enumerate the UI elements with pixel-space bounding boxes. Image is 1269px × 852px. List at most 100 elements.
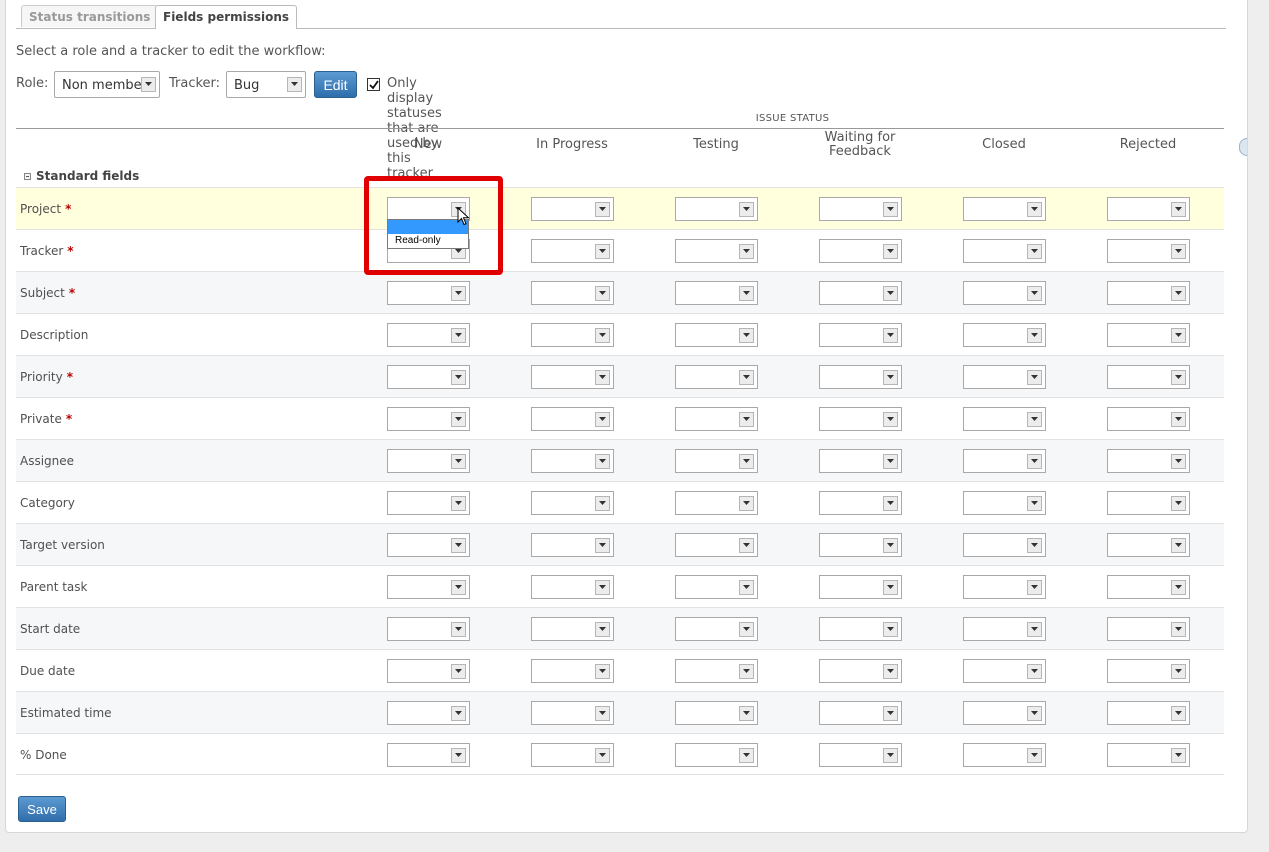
permission-select[interactable]	[1107, 575, 1190, 599]
permission-select[interactable]	[531, 449, 614, 473]
permission-select[interactable]	[387, 281, 470, 305]
permission-select[interactable]	[819, 449, 902, 473]
permission-select[interactable]	[963, 617, 1046, 641]
permission-select[interactable]	[1107, 365, 1190, 389]
permission-select[interactable]	[675, 533, 758, 557]
permission-select[interactable]	[387, 617, 470, 641]
permission-select[interactable]	[387, 491, 470, 515]
permission-select[interactable]	[675, 323, 758, 347]
permission-select[interactable]	[1107, 491, 1190, 515]
permission-select[interactable]	[963, 743, 1046, 767]
permission-select[interactable]	[675, 281, 758, 305]
permission-select[interactable]	[675, 407, 758, 431]
permission-select[interactable]	[675, 617, 758, 641]
tracker-select-value: Bug	[234, 78, 260, 93]
permission-select[interactable]	[675, 659, 758, 683]
save-button[interactable]: Save	[18, 796, 66, 822]
permission-select[interactable]	[819, 575, 902, 599]
only-used-checkbox[interactable]	[367, 78, 380, 91]
permission-select[interactable]	[819, 659, 902, 683]
permission-select[interactable]	[531, 281, 614, 305]
tab-fields-permissions[interactable]: Fields permissions	[155, 5, 298, 29]
permission-select[interactable]	[387, 743, 470, 767]
permission-select[interactable]	[963, 575, 1046, 599]
permission-select[interactable]	[531, 617, 614, 641]
permission-select[interactable]	[675, 575, 758, 599]
permission-select[interactable]	[387, 407, 470, 431]
permission-select[interactable]	[675, 449, 758, 473]
permission-select[interactable]	[819, 197, 902, 221]
permission-select[interactable]	[387, 323, 470, 347]
permission-select[interactable]	[387, 659, 470, 683]
permission-select[interactable]	[531, 533, 614, 557]
permission-select[interactable]	[675, 197, 758, 221]
permission-select[interactable]	[819, 407, 902, 431]
permission-select[interactable]	[819, 743, 902, 767]
chevron-down-icon	[1171, 328, 1186, 343]
permission-select[interactable]	[1107, 449, 1190, 473]
role-select[interactable]: Non member	[54, 71, 160, 98]
permission-select[interactable]	[1107, 323, 1190, 347]
field-label-text: Due date	[20, 664, 76, 678]
permission-select[interactable]	[387, 533, 470, 557]
permission-select[interactable]	[1107, 659, 1190, 683]
permission-select[interactable]	[531, 365, 614, 389]
permission-select[interactable]	[819, 239, 902, 263]
permission-select[interactable]	[963, 281, 1046, 305]
tracker-label: Tracker:	[169, 76, 221, 91]
permission-select[interactable]	[387, 365, 470, 389]
permission-select[interactable]	[819, 365, 902, 389]
permission-select[interactable]	[675, 365, 758, 389]
permission-select[interactable]	[531, 743, 614, 767]
permission-select[interactable]	[675, 239, 758, 263]
permission-select[interactable]	[531, 323, 614, 347]
tab-status-transitions[interactable]: Status transitions	[21, 5, 159, 27]
permission-select[interactable]	[819, 533, 902, 557]
permission-select[interactable]	[963, 701, 1046, 725]
tracker-select[interactable]: Bug	[226, 71, 306, 98]
permission-select[interactable]	[963, 659, 1046, 683]
permission-select[interactable]	[819, 281, 902, 305]
permission-select[interactable]	[387, 575, 470, 599]
permission-select[interactable]	[819, 323, 902, 347]
permission-select[interactable]	[819, 617, 902, 641]
permission-select[interactable]	[1107, 197, 1190, 221]
permission-select[interactable]	[531, 659, 614, 683]
permission-select[interactable]	[1107, 617, 1190, 641]
permission-select[interactable]	[675, 701, 758, 725]
permission-select[interactable]	[531, 239, 614, 263]
permission-select[interactable]	[1107, 281, 1190, 305]
permission-select[interactable]	[963, 365, 1046, 389]
permission-select[interactable]	[675, 743, 758, 767]
side-panel-handle[interactable]	[1239, 138, 1247, 156]
permission-select[interactable]	[963, 197, 1046, 221]
permission-select[interactable]	[531, 491, 614, 515]
permission-select[interactable]	[531, 575, 614, 599]
permission-select[interactable]	[1107, 701, 1190, 725]
dropdown-option-read-only[interactable]: Read-only	[395, 235, 441, 246]
permission-select[interactable]	[963, 407, 1046, 431]
permission-select[interactable]	[1107, 743, 1190, 767]
field-row-assignee: Assignee	[16, 439, 1224, 481]
permission-select[interactable]	[819, 701, 902, 725]
permission-select[interactable]	[1107, 239, 1190, 263]
permission-select[interactable]	[1107, 533, 1190, 557]
permission-select[interactable]	[531, 407, 614, 431]
permission-select[interactable]	[387, 701, 470, 725]
dropdown-option-blank[interactable]	[388, 220, 468, 234]
permission-select[interactable]	[963, 239, 1046, 263]
permission-select[interactable]	[531, 701, 614, 725]
permission-select[interactable]	[963, 449, 1046, 473]
field-row-parent-task: Parent task	[16, 565, 1224, 607]
permission-select[interactable]	[1107, 407, 1190, 431]
permission-select[interactable]	[387, 449, 470, 473]
permission-select[interactable]	[963, 323, 1046, 347]
permission-select[interactable]	[963, 533, 1046, 557]
edit-button[interactable]: Edit	[314, 71, 357, 98]
permission-select[interactable]	[963, 491, 1046, 515]
permission-select[interactable]	[819, 491, 902, 515]
collapse-toggle-icon[interactable]	[24, 173, 31, 180]
required-marker: *	[66, 370, 73, 384]
permission-select[interactable]	[531, 197, 614, 221]
permission-select[interactable]	[675, 491, 758, 515]
